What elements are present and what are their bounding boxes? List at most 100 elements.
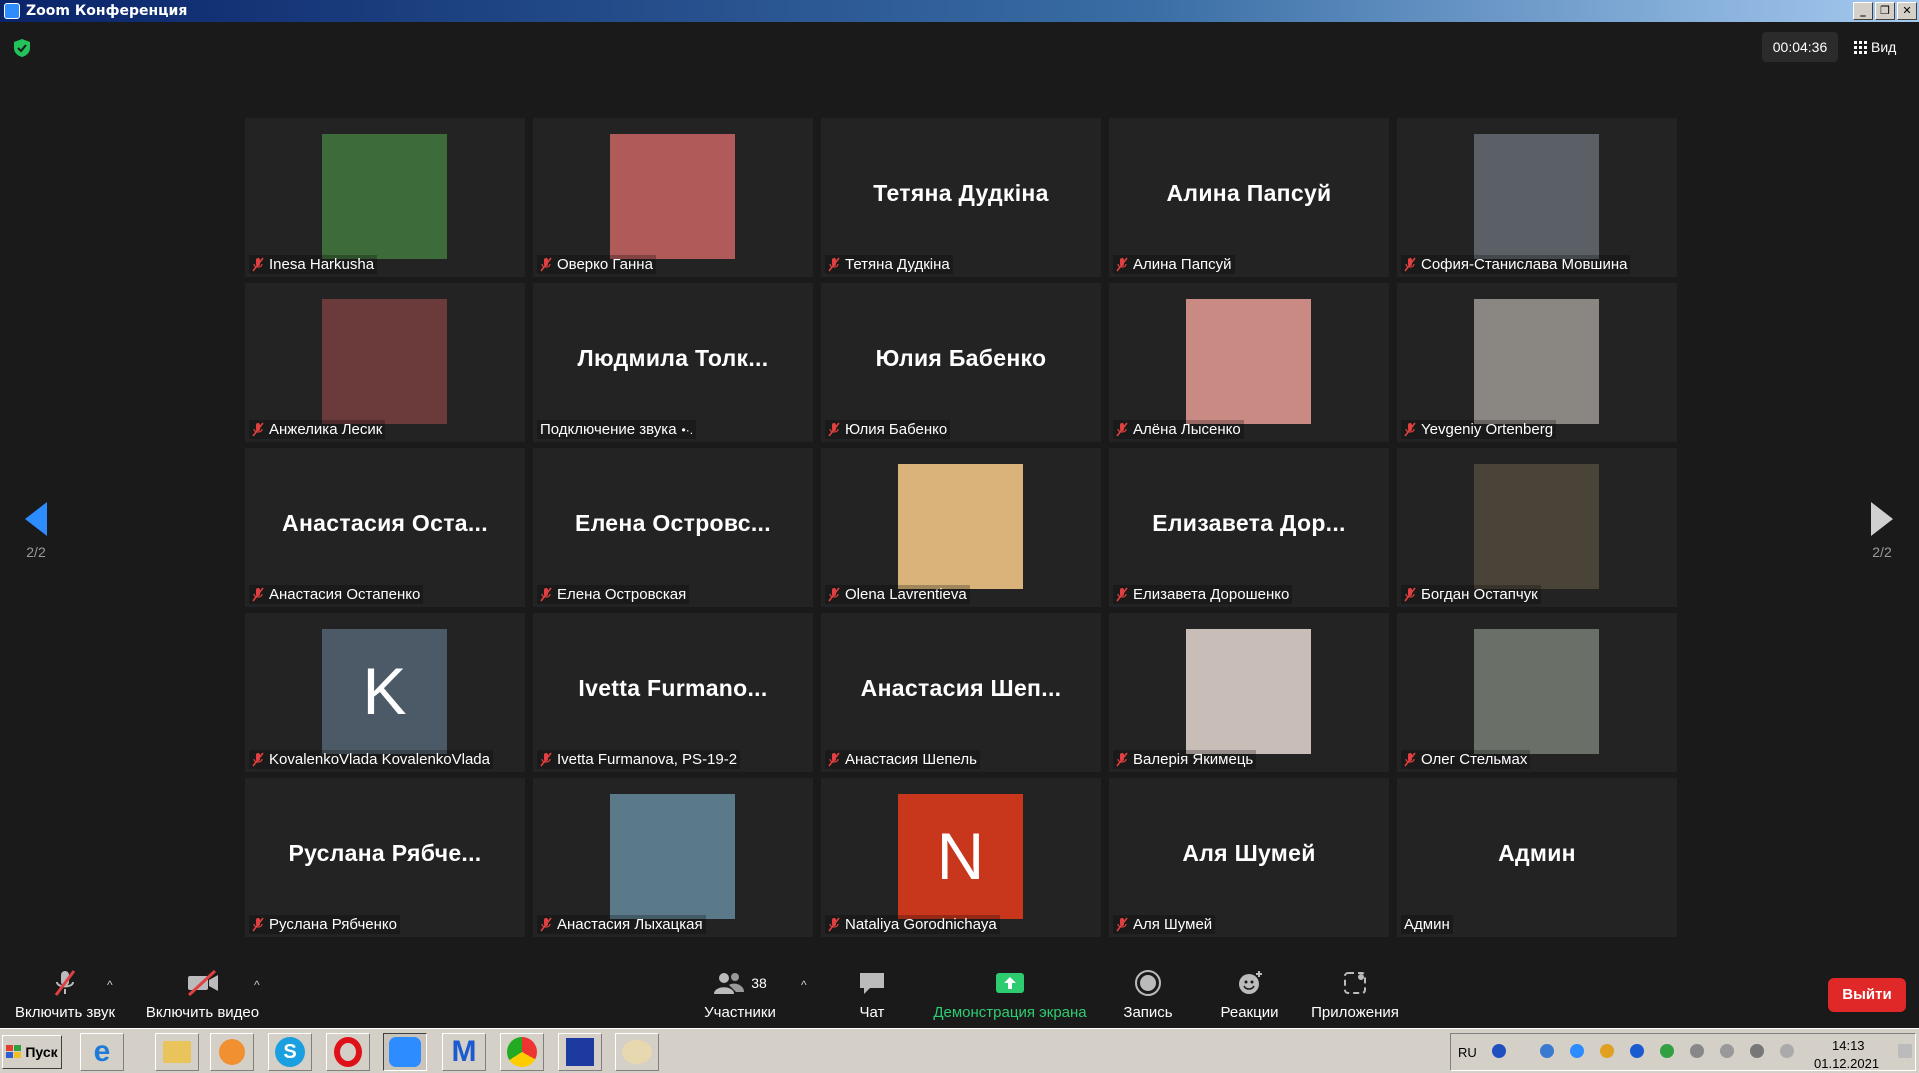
- flag-tray-icon[interactable]: [1720, 1044, 1734, 1058]
- participant-tile[interactable]: Inesa Harkusha: [245, 118, 525, 277]
- video-options-caret-icon[interactable]: ^: [254, 978, 260, 992]
- mic-muted-icon: [828, 917, 840, 932]
- unmute-button[interactable]: Включить звук: [10, 968, 120, 1021]
- start-button[interactable]: Пуск: [2, 1035, 62, 1069]
- participant-tile[interactable]: Оверко Ганна: [533, 118, 813, 277]
- share-screen-button[interactable]: Демонстрация экрана: [925, 968, 1095, 1021]
- participant-name-bar: Тетяна Дудкіна: [825, 255, 953, 274]
- view-button[interactable]: Вид: [1854, 32, 1896, 62]
- paint-taskbar-icon[interactable]: [615, 1033, 659, 1071]
- reactions-button[interactable]: Реакции: [1212, 968, 1287, 1021]
- skype-taskbar-icon[interactable]: S: [268, 1033, 312, 1071]
- close-button[interactable]: ✕: [1897, 2, 1917, 20]
- participant-tile[interactable]: Аля Шумей Аля Шумей: [1109, 778, 1389, 937]
- participant-tile[interactable]: София-Станислава Мовшина: [1397, 118, 1677, 277]
- chrome-tray-icon[interactable]: [1600, 1044, 1614, 1058]
- participant-name: Yevgeniy Ortenberg: [1421, 421, 1554, 438]
- audio-options-caret-icon[interactable]: ^: [107, 978, 113, 992]
- zoom-taskbar-icon[interactable]: [383, 1033, 427, 1071]
- participant-name: Подключение звука: [540, 421, 677, 438]
- participant-name-bar: Руслана Рябченко: [249, 915, 400, 934]
- participant-tile[interactable]: Ivetta Furmano... Ivetta Furmanova, PS-1…: [533, 613, 813, 772]
- arrow-left-icon: [25, 502, 47, 536]
- mic-muted-icon: [252, 587, 264, 602]
- help-tray-icon[interactable]: [1492, 1044, 1506, 1058]
- participant-tile[interactable]: Людмила Толк... Подключение звука •·.: [533, 283, 813, 442]
- mic-muted-icon: [540, 587, 552, 602]
- internet-explorer-taskbar-icon[interactable]: e: [80, 1033, 124, 1071]
- file-explorer-taskbar-icon[interactable]: [155, 1033, 199, 1071]
- participant-tile[interactable]: Юлия Бабенко Юлия Бабенко: [821, 283, 1101, 442]
- media-player-taskbar-icon[interactable]: [210, 1033, 254, 1071]
- language-indicator[interactable]: RU: [1458, 1045, 1477, 1060]
- participant-tile[interactable]: K KovalenkoVlada KovalenkoVlada: [245, 613, 525, 772]
- network-tray-icon[interactable]: [1540, 1044, 1554, 1058]
- participant-tile[interactable]: Анастасия Шеп... Анастасия Шепель: [821, 613, 1101, 772]
- participant-name: Анастасия Остапенко: [269, 586, 421, 603]
- mic-muted-icon: [828, 752, 840, 767]
- gallery-grid: Inesa Harkusha Оверко Ганна Тетяна Дудкін…: [245, 118, 1677, 937]
- participant-tile[interactable]: Анастасия Оста... Анастасия Остапенко: [245, 448, 525, 607]
- chat-button[interactable]: Чат: [842, 968, 902, 1021]
- monitor-tray-icon[interactable]: [1750, 1044, 1764, 1058]
- zoom-tray-icon[interactable]: [1570, 1044, 1584, 1058]
- participant-name: Тетяна Дудкіна: [845, 256, 950, 273]
- participant-tile[interactable]: Руслана Рябче... Руслана Рябченко: [245, 778, 525, 937]
- clock-date[interactable]: 01.12.2021: [1814, 1056, 1879, 1071]
- show-desktop-icon[interactable]: [1898, 1044, 1912, 1058]
- window-title-bar[interactable]: Zoom Конференция _ ❐ ✕: [0, 0, 1919, 22]
- participant-tile[interactable]: Алина Папсуй Алина Папсуй: [1109, 118, 1389, 277]
- update-tray-icon[interactable]: [1660, 1044, 1674, 1058]
- participant-name: Богдан Остапчук: [1421, 586, 1538, 603]
- participant-tile[interactable]: Валерія Якимець: [1109, 613, 1389, 772]
- participant-tile[interactable]: N Nataliya Gorodnichaya: [821, 778, 1101, 937]
- save-disk-taskbar-icon[interactable]: [558, 1033, 602, 1071]
- participant-tile[interactable]: Анжелика Лесик: [245, 283, 525, 442]
- participant-tile[interactable]: Olena Lavrentieva: [821, 448, 1101, 607]
- participant-tile[interactable]: Елизавета Дор... Елизавета Дорошенко: [1109, 448, 1389, 607]
- participants-icon: [714, 973, 745, 994]
- start-video-label: Включить видео: [145, 1004, 260, 1021]
- participant-name: Анастасия Шепель: [845, 751, 977, 768]
- mic-muted-icon: [828, 422, 840, 437]
- mic-muted-icon: [540, 257, 552, 272]
- malwarebytes-taskbar-icon[interactable]: M: [442, 1033, 486, 1071]
- opera-taskbar-icon[interactable]: [326, 1033, 370, 1071]
- malwarebytes-tray-icon[interactable]: [1630, 1044, 1644, 1058]
- device-tray-icon[interactable]: [1690, 1044, 1704, 1058]
- participant-tile[interactable]: Алёна Лысенко: [1109, 283, 1389, 442]
- participant-name: Олег Стельмах: [1421, 751, 1528, 768]
- participant-name-bar: Валерія Якимець: [1113, 750, 1257, 769]
- record-label: Запись: [1123, 1004, 1173, 1021]
- participant-tile[interactable]: Анастасия Лыхацкая: [533, 778, 813, 937]
- participant-tile[interactable]: Богдан Остапчук: [1397, 448, 1677, 607]
- clock-time[interactable]: 14:13: [1832, 1038, 1865, 1053]
- volume-tray-icon[interactable]: [1780, 1044, 1794, 1058]
- apps-button[interactable]: Приложения: [1305, 968, 1405, 1021]
- chrome-taskbar-icon[interactable]: [500, 1033, 544, 1071]
- encryption-shield-icon[interactable]: [14, 39, 30, 57]
- minimize-button[interactable]: _: [1853, 2, 1873, 20]
- participant-tile[interactable]: Админ Админ: [1397, 778, 1677, 937]
- participant-photo: [610, 134, 735, 259]
- participant-photo: [322, 299, 447, 424]
- mic-muted-icon: [1404, 422, 1416, 437]
- participant-tile[interactable]: Елена Островс... Елена Островская: [533, 448, 813, 607]
- mic-muted-icon: [1404, 587, 1416, 602]
- participant-tile[interactable]: Олег Стельмах: [1397, 613, 1677, 772]
- participant-name-bar: Nataliya Gorodnichaya: [825, 915, 1000, 934]
- restore-button[interactable]: ❐: [1875, 2, 1895, 20]
- avatar-letter: N: [936, 819, 985, 893]
- participants-button[interactable]: 38 Участники: [695, 968, 785, 1021]
- participant-tile[interactable]: Тетяна Дудкіна Тетяна Дудкіна: [821, 118, 1101, 277]
- participant-display-name: Анастасия Шеп...: [860, 675, 1062, 701]
- participant-name: Ivetta Furmanova, PS-19-2: [557, 751, 738, 768]
- participants-options-caret-icon[interactable]: ^: [801, 978, 807, 992]
- participant-tile[interactable]: Yevgeniy Ortenberg: [1397, 283, 1677, 442]
- previous-page-button[interactable]: 2/2: [16, 502, 56, 560]
- record-button[interactable]: Запись: [1118, 968, 1178, 1021]
- next-page-button[interactable]: 2/2: [1862, 502, 1902, 560]
- participant-display-name: Руслана Рябче...: [288, 840, 482, 866]
- leave-meeting-button[interactable]: Выйти: [1828, 978, 1906, 1012]
- start-video-button[interactable]: Включить видео: [140, 968, 265, 1021]
